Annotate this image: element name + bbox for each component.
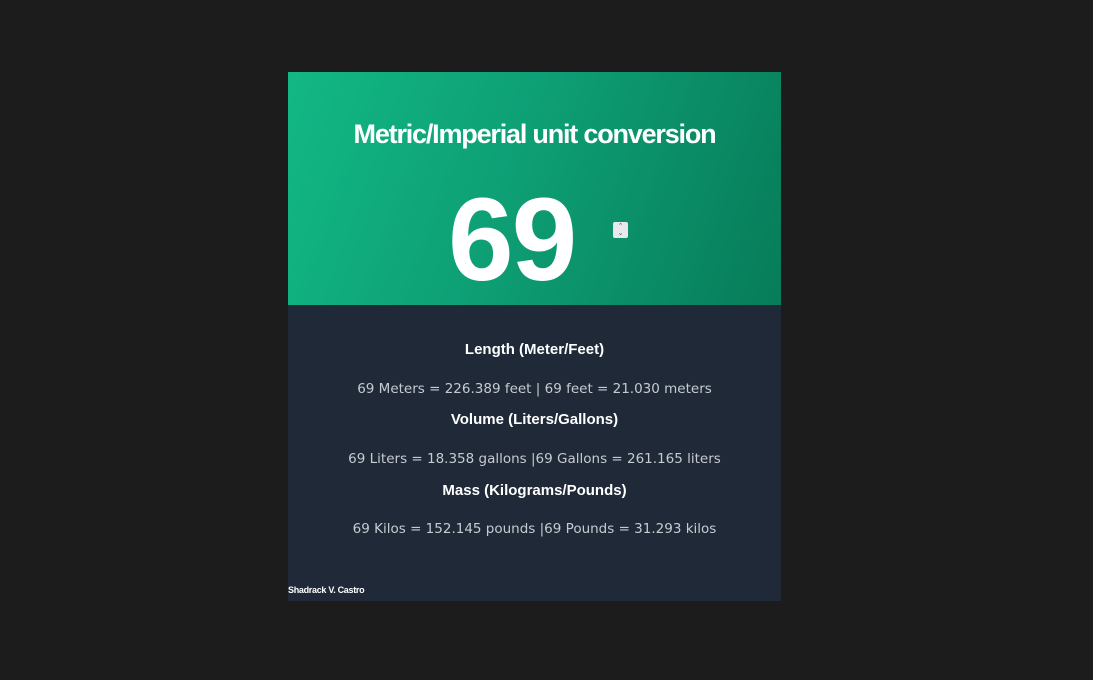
number-input-wrapper: ⌃ ⌄	[288, 172, 781, 308]
mass-result: 69 Kilos = 152.145 pounds |69 Pounds = 3…	[352, 521, 717, 537]
number-input[interactable]	[448, 172, 608, 308]
mass-heading: Mass (Kilograms/Pounds)	[442, 482, 627, 499]
volume-result: 69 Liters = 18.358 gallons |69 Gallons =…	[348, 451, 721, 467]
converter-card: Metric/Imperial unit conversion ⌃ ⌄ Leng…	[288, 72, 781, 601]
number-spinner-icon[interactable]: ⌃ ⌄	[613, 222, 628, 238]
chevron-down-icon[interactable]: ⌄	[613, 230, 628, 237]
page-title: Metric/Imperial unit conversion	[353, 119, 717, 149]
hero-header: Metric/Imperial unit conversion ⌃ ⌄	[288, 72, 781, 308]
author-credit: Shadrack V. Castro	[288, 585, 365, 595]
length-result: 69 Meters = 226.389 feet | 69 feet = 21.…	[357, 381, 712, 397]
volume-heading: Volume (Liters/Gallons)	[450, 411, 619, 428]
length-heading: Length (Meter/Feet)	[464, 341, 605, 358]
